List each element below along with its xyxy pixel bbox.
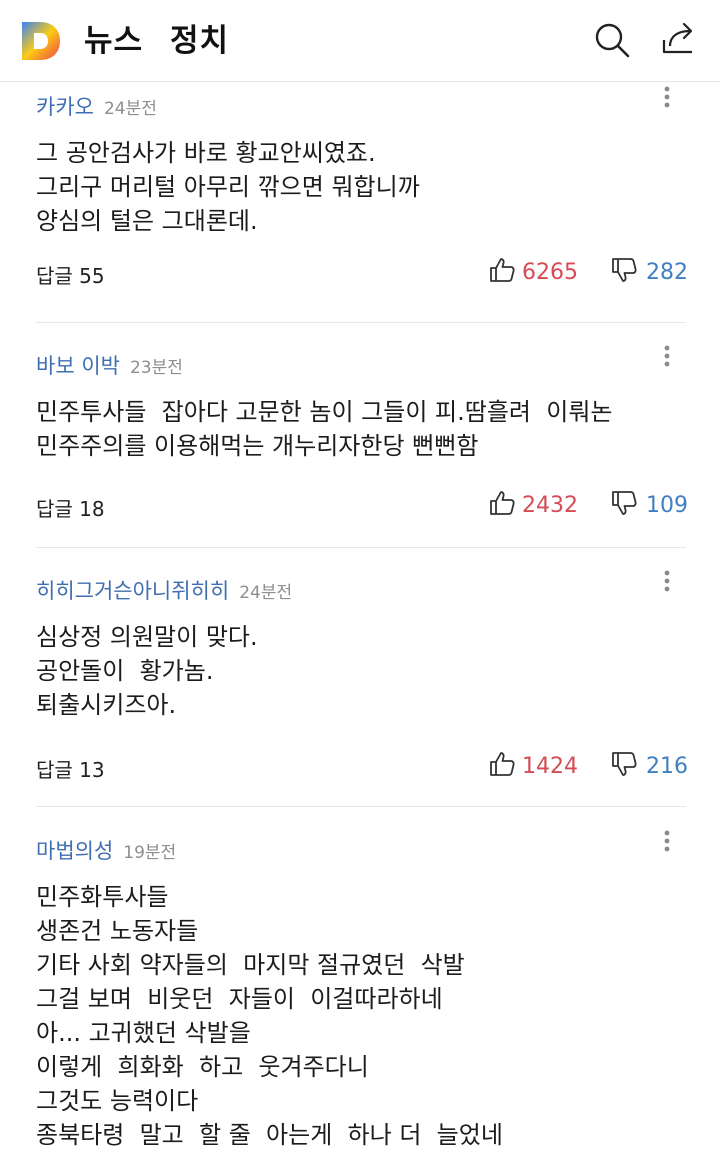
dislike-button[interactable]: 282 [610, 256, 688, 288]
comment-line: 민주화투사들 [36, 883, 169, 911]
comment-line: 이렇게 희화화 하고 웃겨주다니 [36, 1053, 369, 1081]
comment-item: 마법의성 19분전 민주화투사들 생존건 노동자들 기타 사회 약자들의 마지막 … [36, 830, 686, 1152]
page-title[interactable]: 뉴스 [84, 22, 143, 60]
thumbs-up-icon [488, 489, 516, 521]
more-vertical-icon [664, 345, 670, 371]
like-count: 6265 [522, 259, 578, 285]
reply-button[interactable]: 답글 13 [36, 754, 105, 783]
comment-author[interactable]: 히히그거슨아니쥐히히 [36, 576, 229, 606]
share-button[interactable] [656, 18, 700, 62]
like-button[interactable]: 1424 [488, 750, 578, 782]
comment-author[interactable]: 마법의성 [36, 836, 113, 866]
divider [36, 547, 686, 548]
thumbs-up-icon [488, 750, 516, 782]
dislike-count: 216 [646, 753, 688, 779]
more-options-button[interactable] [652, 84, 682, 114]
like-button[interactable]: 2432 [488, 489, 578, 521]
reply-button[interactable]: 답글 55 [36, 260, 105, 289]
comment-line: 그리구 머리털 아무리 깎으면 뭐합니까 [36, 173, 420, 201]
daum-logo[interactable] [20, 20, 62, 62]
search-icon [592, 20, 632, 64]
comment-line: 기타 사회 약자들의 마지막 절규였던 삭발 [36, 951, 465, 979]
comment-line: 심상정 의원말이 맞다. [36, 623, 258, 651]
reply-button[interactable]: 답글 18 [36, 493, 105, 522]
thumbs-up-icon [488, 256, 516, 288]
comment-line: 그걸 보며 비웃던 자들이 이걸따라하네 [36, 985, 443, 1013]
comment-body: 그 공안검사가 바로 황교안씨였죠. 그리구 머리털 아무리 깎으면 뭐합니까 … [36, 136, 686, 238]
comment-time: 24분전 [103, 99, 157, 119]
comment-time: 24분전 [239, 583, 293, 603]
dislike-button[interactable]: 109 [610, 489, 688, 521]
divider [36, 806, 686, 807]
like-count: 2432 [522, 492, 578, 518]
app-header: 뉴스 정치 [0, 0, 720, 82]
search-button[interactable] [590, 20, 634, 64]
more-options-button[interactable] [652, 828, 682, 858]
comment-item: 히히그거슨아니쥐히히 24분전 심상정 의원말이 맞다. 공안돌이 황가놈. 퇴출… [36, 570, 688, 782]
divider [36, 322, 686, 323]
comment-line: 그것도 능력이다 [36, 1087, 199, 1115]
comment-actions: 답글 55 6265 282 [36, 256, 688, 290]
like-button[interactable]: 6265 [488, 256, 578, 288]
comment-author[interactable]: 바보 이박 [36, 351, 120, 381]
comment-item: 바보 이박 23분전 민주투사들 잡아다 고문한 놈이 그들이 피.땀흘려 이뤄논… [36, 345, 688, 521]
comment-line: 퇴출시키즈아. [36, 691, 177, 719]
share-icon [658, 18, 698, 62]
comment-line: 그 공안검사가 바로 황교안씨였죠. [36, 139, 376, 167]
thumbs-down-icon [610, 489, 638, 521]
comment-line: 민주주의를 이용해먹는 개누리자한당 뻔뻔함 [36, 432, 479, 460]
comment-time: 19분전 [123, 843, 177, 863]
more-vertical-icon [664, 86, 670, 112]
like-count: 1424 [522, 753, 578, 779]
more-options-button[interactable] [652, 343, 682, 373]
comment-author[interactable]: 카카오 [36, 92, 94, 122]
comment-line: 아... 고귀했던 삭발을 [36, 1019, 251, 1047]
comment-actions: 답글 13 1424 216 [36, 750, 688, 784]
comment-line: 생존건 노동자들 [36, 917, 199, 945]
dislike-button[interactable]: 216 [610, 750, 688, 782]
comment-body: 민주투사들 잡아다 고문한 놈이 그들이 피.땀흘려 이뤄논 민주주의를 이용해… [36, 395, 686, 463]
more-vertical-icon [664, 570, 670, 596]
dislike-count: 109 [646, 492, 688, 518]
comment-line: 공안돌이 황가놈. [36, 657, 214, 685]
dislike-count: 282 [646, 259, 688, 285]
thumbs-down-icon [610, 750, 638, 782]
comment-line: 종북타령 말고 할 줄 아는게 하나 더 늘었네 [36, 1121, 503, 1149]
thumbs-down-icon [610, 256, 638, 288]
more-vertical-icon [664, 830, 670, 856]
comment-body: 심상정 의원말이 맞다. 공안돌이 황가놈. 퇴출시키즈아. [36, 620, 686, 722]
comment-body: 민주화투사들 생존건 노동자들 기타 사회 약자들의 마지막 절규였던 삭발 그… [36, 880, 686, 1152]
more-options-button[interactable] [652, 568, 682, 598]
section-title[interactable]: 정치 [170, 22, 229, 60]
comment-item: 카카오 24분전 그 공안검사가 바로 황교안씨였죠. 그리구 머리털 아무리 깎… [36, 86, 688, 288]
comment-line: 민주투사들 잡아다 고문한 놈이 그들이 피.땀흘려 이뤄논 [36, 398, 613, 426]
comment-line: 양심의 털은 그대론데. [36, 207, 258, 235]
comment-actions: 답글 18 2432 109 [36, 489, 688, 523]
comment-time: 23분전 [129, 358, 183, 378]
